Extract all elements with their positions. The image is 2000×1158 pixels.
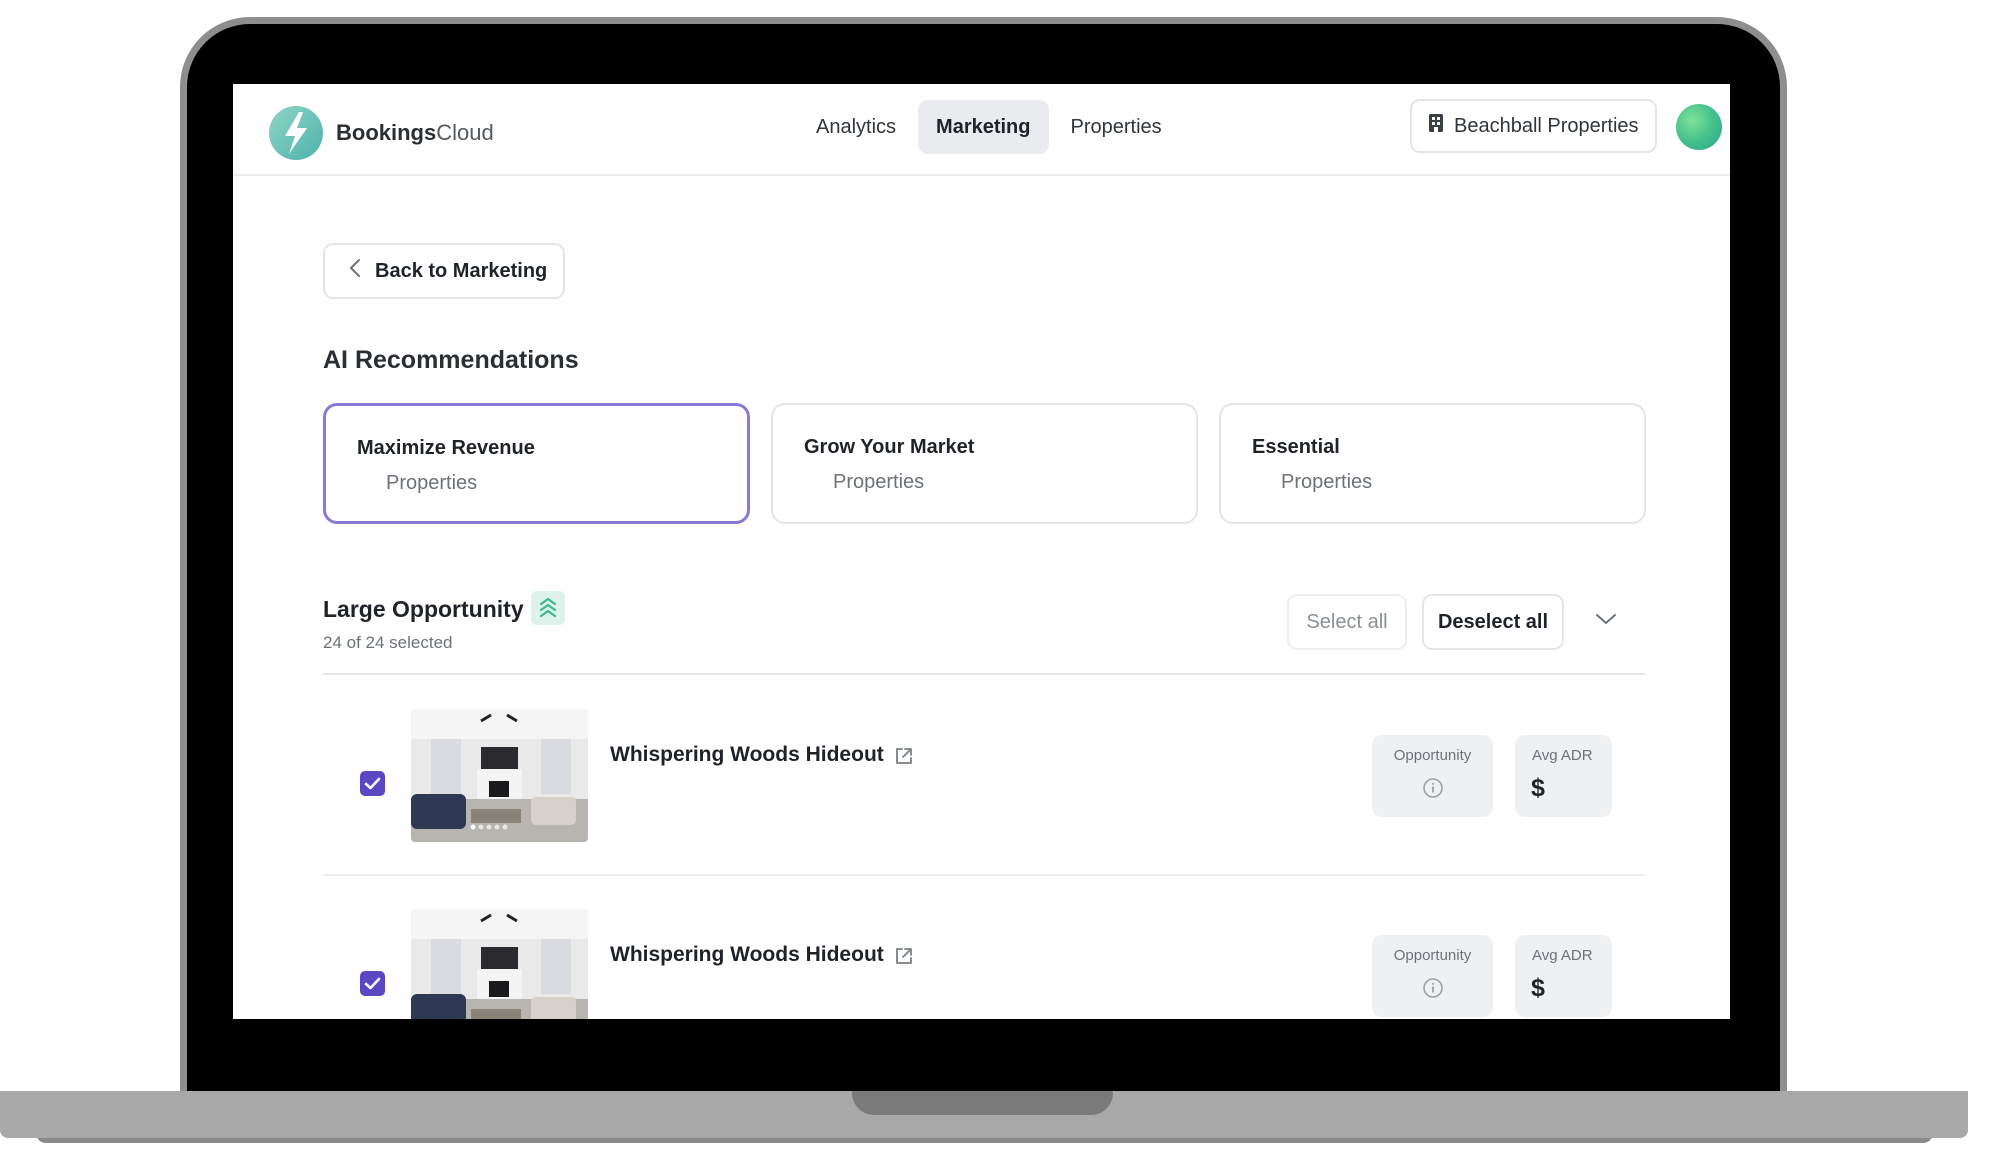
tab-marketing[interactable]: Marketing bbox=[918, 100, 1049, 154]
select-all-button[interactable]: Select all bbox=[1287, 594, 1407, 650]
row-divider bbox=[323, 874, 1645, 876]
user-avatar[interactable] bbox=[1676, 104, 1722, 150]
recommendation-card-subtitle: Properties bbox=[1281, 471, 1373, 493]
avg-adr-label: Avg ADR bbox=[1532, 747, 1593, 764]
info-icon[interactable] bbox=[1422, 777, 1444, 804]
recommendation-card-maximize-revenue[interactable]: Maximize Revenue Properties bbox=[323, 403, 750, 524]
info-icon[interactable] bbox=[1422, 977, 1444, 1004]
organization-name: Beachball Properties bbox=[1454, 114, 1639, 137]
tab-analytics[interactable]: Analytics bbox=[798, 100, 914, 154]
app-screen: BookingsCloud Analytics Marketing Proper… bbox=[233, 84, 1730, 1019]
property-checkbox[interactable] bbox=[360, 971, 385, 996]
recommendation-card-essential[interactable]: Essential Properties bbox=[1219, 403, 1646, 524]
avg-adr-value: $ bbox=[1531, 974, 1545, 1002]
brand-name-light: Cloud bbox=[436, 120, 494, 145]
property-checkbox[interactable] bbox=[360, 771, 385, 796]
recommendation-card-title: Grow Your Market bbox=[804, 436, 975, 458]
property-name[interactable]: Whispering Woods Hideout bbox=[610, 943, 884, 967]
property-thumbnail-image[interactable] bbox=[411, 909, 588, 1019]
property-name[interactable]: Whispering Woods Hideout bbox=[610, 743, 884, 767]
ai-recommendations-title: AI Recommendations bbox=[323, 346, 579, 374]
property-row: Whispering Woods Hideout Opportunity Avg… bbox=[323, 709, 1645, 849]
avg-adr-metric: Avg ADR $ bbox=[1515, 935, 1612, 1017]
external-link-icon[interactable] bbox=[894, 746, 914, 771]
bookingscloud-logo-icon[interactable] bbox=[269, 106, 323, 160]
group-divider bbox=[323, 673, 1645, 675]
opportunity-label: Opportunity bbox=[1393, 947, 1472, 964]
chevron-left-icon bbox=[349, 258, 361, 284]
avg-adr-metric: Avg ADR $ bbox=[1515, 735, 1612, 817]
avg-adr-value: $ bbox=[1531, 774, 1545, 802]
back-to-marketing-button[interactable]: Back to Marketing bbox=[323, 243, 565, 299]
triple-chevron-up-icon bbox=[531, 591, 565, 625]
external-link-icon[interactable] bbox=[894, 946, 914, 971]
opportunity-label: Opportunity bbox=[1393, 747, 1472, 764]
building-icon bbox=[1428, 113, 1444, 139]
chevron-down-icon[interactable] bbox=[1595, 612, 1617, 631]
organization-switcher-button[interactable]: Beachball Properties bbox=[1410, 99, 1657, 153]
group-title: Large Opportunity bbox=[323, 596, 524, 622]
property-thumbnail-image[interactable] bbox=[411, 709, 588, 842]
laptop-notch bbox=[852, 1091, 1113, 1115]
opportunity-metric: Opportunity bbox=[1372, 735, 1493, 817]
avg-adr-label: Avg ADR bbox=[1532, 947, 1593, 964]
top-navigation-bar: BookingsCloud Analytics Marketing Proper… bbox=[233, 84, 1730, 176]
opportunity-metric: Opportunity bbox=[1372, 935, 1493, 1017]
brand-name-bold: Bookings bbox=[336, 120, 437, 145]
deselect-all-button[interactable]: Deselect all bbox=[1422, 594, 1564, 650]
back-button-label: Back to Marketing bbox=[375, 259, 548, 282]
tab-properties[interactable]: Properties bbox=[1053, 100, 1180, 154]
brand-name: BookingsCloud bbox=[336, 120, 494, 146]
recommendation-card-title: Maximize Revenue bbox=[357, 437, 535, 459]
recommendation-card-subtitle: Properties bbox=[833, 471, 925, 493]
main-nav: Analytics Marketing Properties bbox=[798, 100, 1180, 154]
recommendation-card-grow-your-market[interactable]: Grow Your Market Properties bbox=[771, 403, 1198, 524]
recommendation-card-title: Essential bbox=[1252, 436, 1340, 458]
recommendation-card-subtitle: Properties bbox=[386, 472, 478, 494]
group-selection-count: 24 of 24 selected bbox=[323, 633, 453, 652]
property-row: Whispering Woods Hideout Opportunity Avg… bbox=[323, 909, 1645, 1019]
